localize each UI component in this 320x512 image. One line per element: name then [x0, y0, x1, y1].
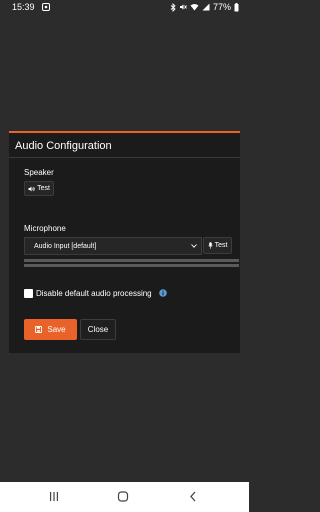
save-icon [35, 326, 43, 333]
audio-config-dialog: Audio Configuration Speaker Test Microph… [9, 131, 240, 353]
speaker-test-button[interactable]: Test [24, 181, 54, 196]
status-time: 15:39 [12, 2, 35, 12]
save-button[interactable]: Save [24, 319, 77, 340]
battery-icon [234, 2, 239, 11]
close-button[interactable]: Close [80, 319, 116, 340]
disable-processing-checkbox[interactable] [24, 289, 33, 298]
signal-icon [202, 3, 210, 11]
audio-input-value: Audio Input [default] [34, 243, 97, 250]
recent-apps-icon[interactable] [49, 491, 59, 502]
speaker-label: Speaker [24, 168, 54, 177]
home-icon[interactable] [117, 491, 129, 502]
title-divider [9, 157, 240, 158]
close-label: Close [87, 325, 109, 334]
disable-processing-label: Disable default audio processing [36, 289, 152, 298]
status-bar: 15:39 77% [0, 0, 249, 16]
microphone-label: Microphone [24, 224, 66, 233]
mute-icon [179, 4, 187, 10]
back-icon[interactable] [189, 491, 197, 502]
status-icons: 77% [170, 2, 239, 12]
navigation-bar [0, 482, 249, 512]
microphone-icon [207, 242, 213, 249]
chevron-down-icon [191, 244, 197, 248]
audio-level-meter-top [24, 259, 239, 262]
speaker-test-label: Test [37, 185, 50, 192]
bluetooth-icon [170, 2, 176, 12]
save-label: Save [47, 325, 66, 334]
audio-input-select[interactable]: Audio Input [default] [24, 237, 202, 255]
notification-icon [42, 3, 50, 11]
microphone-test-button[interactable]: Test [203, 237, 232, 254]
wifi-icon [190, 4, 199, 11]
dialog-title: Audio Configuration [15, 140, 112, 152]
microphone-test-label: Test [214, 242, 228, 249]
info-icon[interactable] [159, 289, 167, 297]
speaker-icon [28, 186, 35, 191]
battery-percent: 77% [212, 2, 231, 12]
audio-level-meter-bottom [24, 264, 239, 267]
